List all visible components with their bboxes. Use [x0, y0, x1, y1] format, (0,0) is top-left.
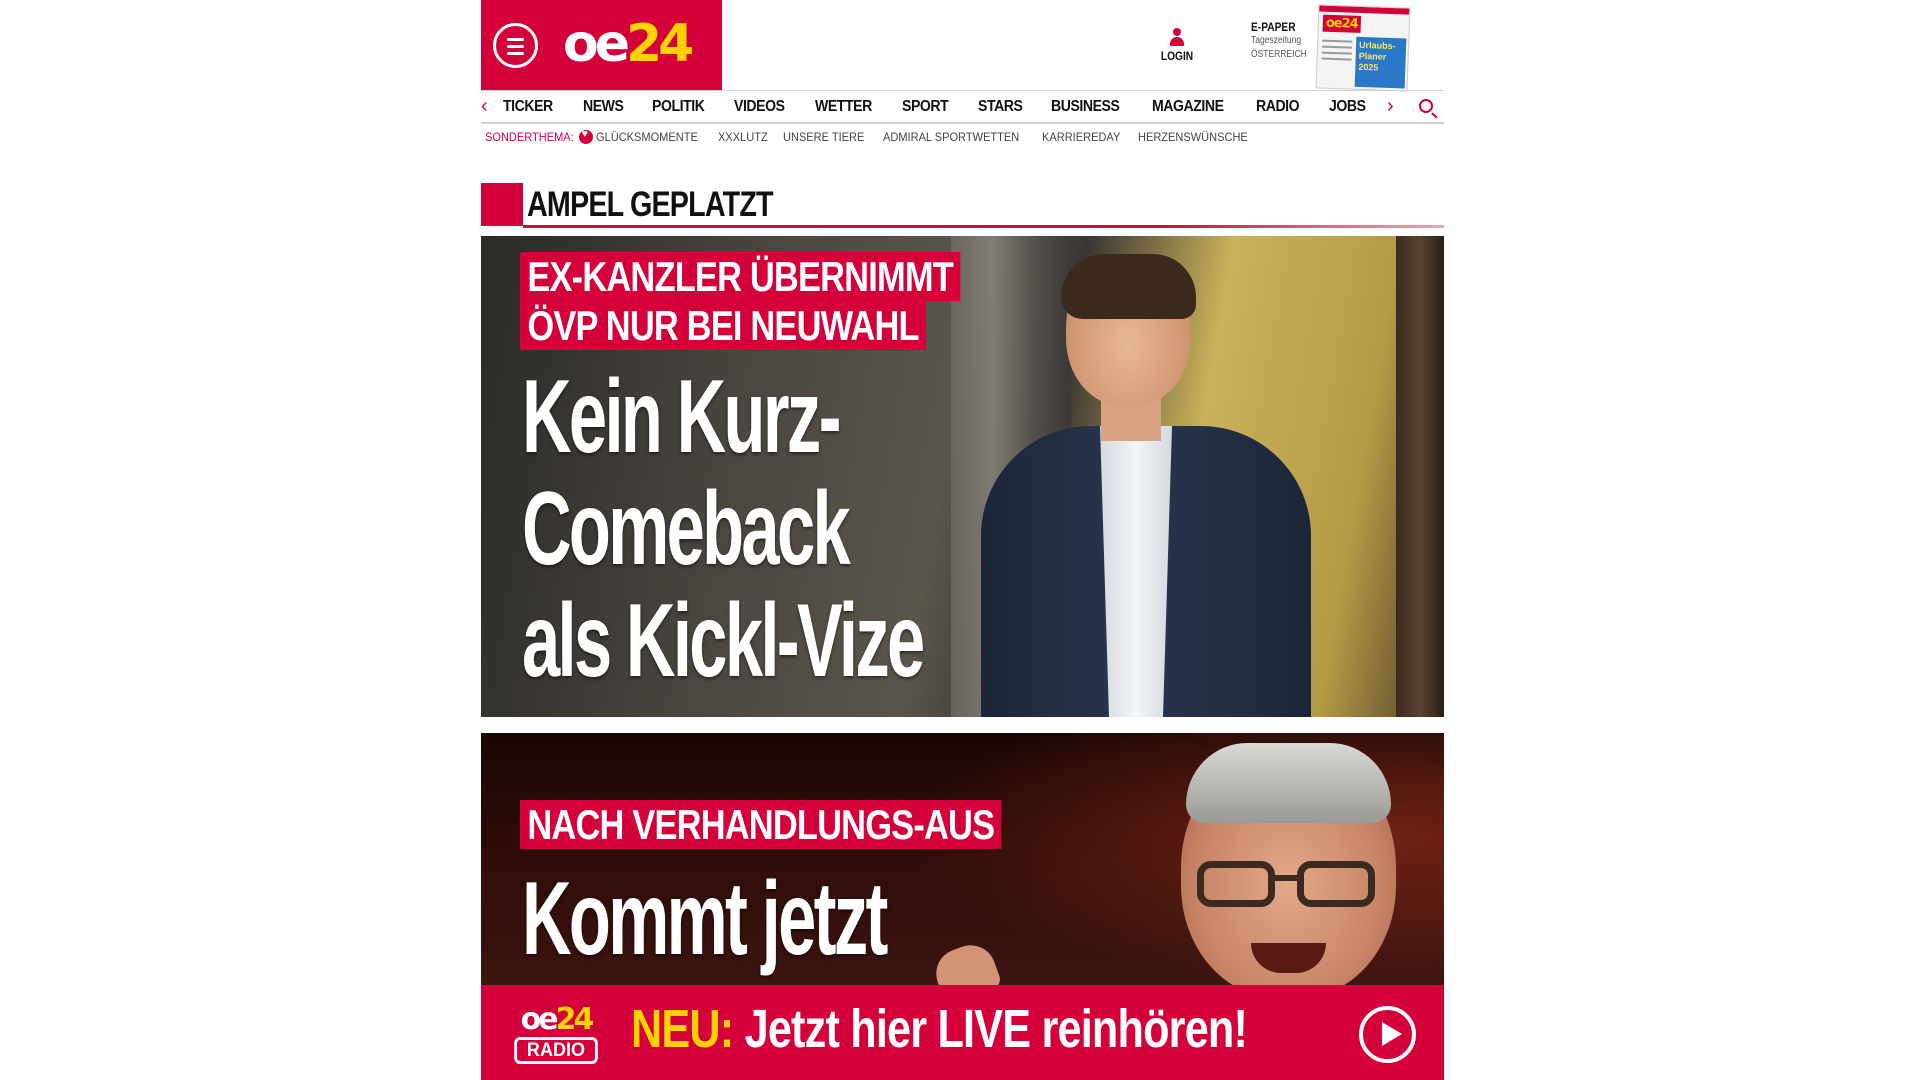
radio-logo: oe24 RADIO: [511, 1005, 601, 1069]
site-header: oe24 LOGIN E-PAPER Tageszeitung ÖSTERREI…: [481, 0, 1444, 92]
menu-icon[interactable]: [493, 23, 538, 68]
story-kicker: EX-KANZLER ÜBERNIMMT ÖVP NUR BEI NEUWAHL: [520, 252, 1057, 350]
headline-line: Kein Kurz-: [522, 359, 841, 475]
radio-logo-label: RADIO: [514, 1037, 598, 1064]
story-headline[interactable]: Kein Kurz- Comeback als Kickl-Vize: [522, 359, 925, 699]
section-title[interactable]: AMPEL GEPLATZT: [527, 183, 774, 226]
section-divider: [523, 225, 1444, 228]
search-icon[interactable]: [1419, 99, 1433, 113]
special-topic-link[interactable]: UNSERE TIERE: [783, 130, 864, 144]
kicker-line: EX-KANZLER ÜBERNIMMT: [520, 252, 961, 301]
epaper-link[interactable]: E-PAPER Tageszeitung ÖSTERREICH: [1251, 20, 1311, 62]
radio-banner[interactable]: oe24 RADIO NEU: Jetzt hier LIVE reinhöre…: [481, 985, 1444, 1080]
special-topics-bar: SONDERTHEMA: GLÜCKSMOMENTE XXXLUTZ UNSER…: [481, 128, 1268, 146]
nav-item-stars[interactable]: STARS: [978, 98, 1023, 116]
special-topic-link[interactable]: XXXLUTZ: [718, 130, 768, 144]
radio-message: Jetzt hier LIVE reinhören!: [733, 999, 1248, 1059]
epaper-subtitle: Tageszeitung: [1251, 35, 1302, 46]
special-topic-link[interactable]: KARRIEREDAY: [1042, 130, 1120, 144]
radio-new-label: NEU:: [631, 999, 734, 1059]
section-header: AMPEL GEPLATZT: [481, 183, 1444, 228]
main-navigation: ‹ TICKER NEWS POLITIK VIDEOS WETTER SPOR…: [481, 90, 1444, 124]
nav-item-ticker[interactable]: TICKER: [503, 98, 553, 116]
nav-item-magazine[interactable]: MAGAZINE: [1152, 98, 1224, 116]
epaper-subtitle-country: ÖSTERREICH: [1251, 49, 1307, 60]
story-kicker: NACH VERHANDLUNGS-AUS: [520, 800, 1107, 849]
headline-line: Kommt jetzt: [522, 861, 888, 977]
cover-promo: Urlaubs-Planer 2025: [1354, 36, 1407, 89]
kicker-line: NACH VERHANDLUNGS-AUS: [520, 800, 1002, 849]
headline-line: Comeback: [522, 471, 851, 587]
epaper-title: E-PAPER: [1251, 20, 1296, 34]
special-topic-link[interactable]: GLÜCKSMOMENTE: [596, 130, 698, 144]
login-label: LOGIN: [1160, 49, 1194, 63]
page: oe24 LOGIN E-PAPER Tageszeitung ÖSTERREI…: [481, 0, 1444, 1080]
nav-item-wetter[interactable]: WETTER: [815, 98, 872, 116]
nav-next-arrow-icon[interactable]: ›: [1387, 96, 1394, 116]
nav-item-sport[interactable]: SPORT: [902, 98, 949, 116]
section-accent-block: [481, 183, 523, 226]
user-icon: [1169, 28, 1185, 46]
radio-banner-text: NEU: Jetzt hier LIVE reinhören!: [631, 997, 1248, 1061]
nav-prev-arrow-icon[interactable]: ‹: [481, 96, 488, 116]
nav-item-radio[interactable]: RADIO: [1256, 98, 1300, 116]
kicker-line: ÖVP NUR BEI NEUWAHL: [520, 301, 927, 350]
nav-item-news[interactable]: NEWS: [583, 98, 624, 116]
nav-item-videos[interactable]: VIDEOS: [734, 98, 785, 116]
second-story[interactable]: NACH VERHANDLUNGS-AUS Kommt jetzt: [481, 733, 1444, 990]
heart-icon: [579, 128, 594, 144]
brand-bar: oe24: [481, 0, 722, 90]
special-topic-link[interactable]: HERZENSWÜNSCHE: [1138, 130, 1248, 144]
login-button[interactable]: LOGIN: [1157, 28, 1197, 63]
special-topics-label: SONDERTHEMA:: [485, 130, 574, 144]
nav-item-politik[interactable]: POLITIK: [652, 98, 705, 116]
story-headline[interactable]: Kommt jetzt: [522, 861, 888, 977]
lead-story[interactable]: EX-KANZLER ÜBERNIMMT ÖVP NUR BEI NEUWAHL…: [481, 236, 1444, 717]
nav-items: TICKER NEWS POLITIK VIDEOS WETTER SPORT …: [503, 91, 1393, 123]
headline-line: als Kickl-Vize: [522, 583, 925, 699]
site-logo[interactable]: oe24: [563, 14, 694, 74]
nav-item-business[interactable]: BUSINESS: [1051, 98, 1120, 116]
cover-logo: oe24: [1322, 14, 1361, 33]
play-icon[interactable]: [1359, 1006, 1416, 1063]
nav-item-jobs[interactable]: JOBS: [1329, 98, 1366, 116]
special-topic-link[interactable]: ADMIRAL SPORTWETTEN: [883, 130, 1019, 144]
epaper-cover-thumbnail[interactable]: oe24 Urlaubs-Planer 2025: [1315, 4, 1411, 92]
